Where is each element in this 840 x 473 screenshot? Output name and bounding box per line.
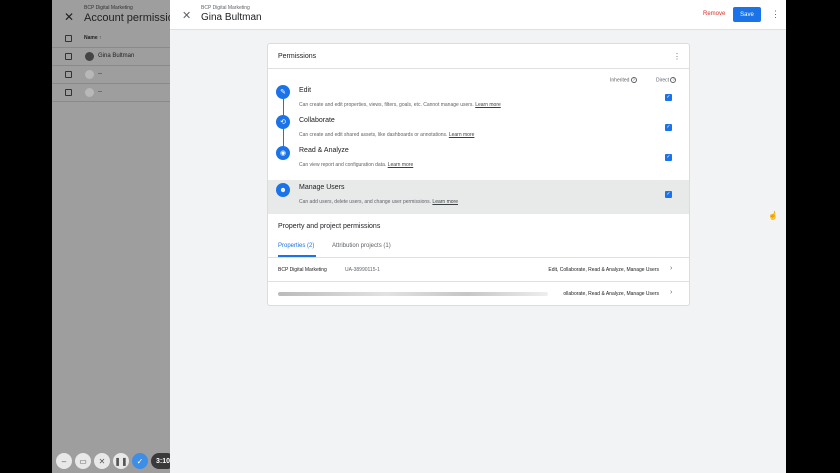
direct-checkbox[interactable]: ✓ (665, 124, 672, 131)
direct-column-header: Direct ? (656, 77, 677, 84)
property-row[interactable]: ollaborate, Read & Analyze, Manage Users… (268, 282, 689, 306)
row-checkbox[interactable] (65, 71, 72, 78)
eye-icon: ◉ (276, 146, 290, 160)
chevron-right-icon[interactable]: › (670, 289, 672, 296)
camera-icon[interactable]: ▭ (75, 453, 91, 469)
avatar (85, 52, 94, 61)
permissions-header: Permissions ⋮ (268, 44, 689, 69)
inherited-column-header: Inherited ? (610, 77, 637, 83)
permissions-card: Permissions ⋮ Inherited ? Direct ? ✎ Edi… (267, 43, 690, 306)
table-row[interactable]: Gina Bultman (52, 48, 170, 66)
save-button[interactable]: Save (733, 7, 761, 22)
description-text: Can create and edit shared assets, like … (299, 132, 448, 138)
property-roles: Edit, Collaborate, Read & Analyze, Manag… (548, 267, 659, 273)
share-icon: ⟲ (276, 115, 290, 129)
avatar (85, 70, 94, 79)
remove-button[interactable]: Remove (703, 11, 725, 17)
permission-description: Can create and edit properties, views, f… (299, 102, 501, 108)
direct-checkbox[interactable]: ✓ (665, 154, 672, 161)
property-id: UA-38990115-1 (345, 267, 380, 273)
chevron-right-icon[interactable]: › (670, 265, 672, 272)
user-name-title: Gina Bultman (201, 12, 262, 23)
redacted-property-name (278, 292, 548, 296)
mouse-cursor-icon: ☝ (768, 211, 778, 220)
project-permissions-title: Property and project permissions (278, 223, 381, 230)
check-icon[interactable]: ✓ (132, 453, 148, 469)
avatar (85, 88, 94, 97)
user-name: -- (98, 89, 102, 95)
table-row[interactable]: -- (52, 66, 170, 84)
cancel-icon[interactable]: ✕ (94, 453, 110, 469)
user-name: -- (98, 71, 102, 77)
sheet-header: ✕ BCP Digital Marketing Gina Bultman Rem… (170, 0, 786, 30)
pencil-icon: ✎ (276, 85, 290, 99)
description-text: Can create and edit properties, views, f… (299, 102, 474, 108)
help-icon[interactable]: ? (670, 77, 677, 83)
direct-checkbox[interactable]: ✓ (665, 191, 672, 198)
help-icon[interactable]: ? (630, 77, 637, 83)
recording-toolbar: – ▭ ✕ ❚❚ ✓ 3:10 (56, 452, 176, 470)
background-org: BCP Digital Marketing (84, 5, 133, 11)
property-roles: ollaborate, Read & Analyze, Manage Users (563, 291, 659, 297)
sheet-org: BCP Digital Marketing (201, 5, 250, 11)
row-checkbox[interactable] (65, 53, 72, 60)
tab-attribution-projects[interactable]: Attribution projects (1) (332, 243, 391, 249)
table-header-row: Name ↑ (52, 30, 170, 48)
direct-label: Direct (656, 77, 670, 84)
tab-properties[interactable]: Properties (2) (278, 243, 314, 249)
learn-more-link[interactable]: Learn more (475, 102, 501, 108)
users-icon: ☻ (276, 183, 290, 197)
background-header: ✕ BCP Digital Marketing Account permissi… (52, 0, 186, 30)
description-text: Can add users, delete users, and change … (299, 199, 432, 205)
minus-icon[interactable]: – (56, 453, 72, 469)
permissions-title: Permissions (278, 53, 317, 60)
direct-checkbox[interactable]: ✓ (665, 94, 672, 101)
users-table: Name ↑ Gina Bultman -- -- (52, 30, 170, 102)
property-row[interactable]: BCP Digital Marketing UA-38990115-1 Edit… (268, 258, 689, 282)
more-vert-icon[interactable]: ⋮ (771, 9, 780, 20)
select-all-checkbox[interactable] (65, 35, 72, 42)
permission-description: Can view report and configuration data. … (299, 162, 413, 168)
permission-description: Can add users, delete users, and change … (299, 199, 458, 205)
permission-title: Read & Analyze (299, 147, 349, 154)
permission-title: Manage Users (299, 184, 345, 191)
close-icon[interactable]: ✕ (64, 10, 74, 24)
permission-title: Collaborate (299, 117, 335, 124)
property-name: BCP Digital Marketing (278, 267, 327, 273)
user-details-sheet: ✕ BCP Digital Marketing Gina Bultman Rem… (170, 0, 786, 473)
learn-more-link[interactable]: Learn more (449, 132, 475, 138)
learn-more-link[interactable]: Learn more (388, 162, 414, 168)
pause-icon[interactable]: ❚❚ (113, 453, 129, 469)
permission-description: Can create and edit shared assets, like … (299, 132, 474, 138)
screen: ✕ BCP Digital Marketing Account permissi… (52, 0, 786, 473)
user-name: Gina Bultman (98, 53, 135, 59)
table-row[interactable]: -- (52, 84, 170, 102)
learn-more-link[interactable]: Learn more (432, 199, 458, 205)
more-vert-icon[interactable]: ⋮ (673, 52, 681, 61)
row-checkbox[interactable] (65, 89, 72, 96)
name-column-header[interactable]: Name ↑ (84, 35, 102, 41)
permission-title: Edit (299, 87, 312, 94)
description-text: Can view report and configuration data. (299, 162, 387, 168)
inherited-label: Inherited (610, 77, 630, 84)
close-icon[interactable]: ✕ (182, 9, 191, 22)
